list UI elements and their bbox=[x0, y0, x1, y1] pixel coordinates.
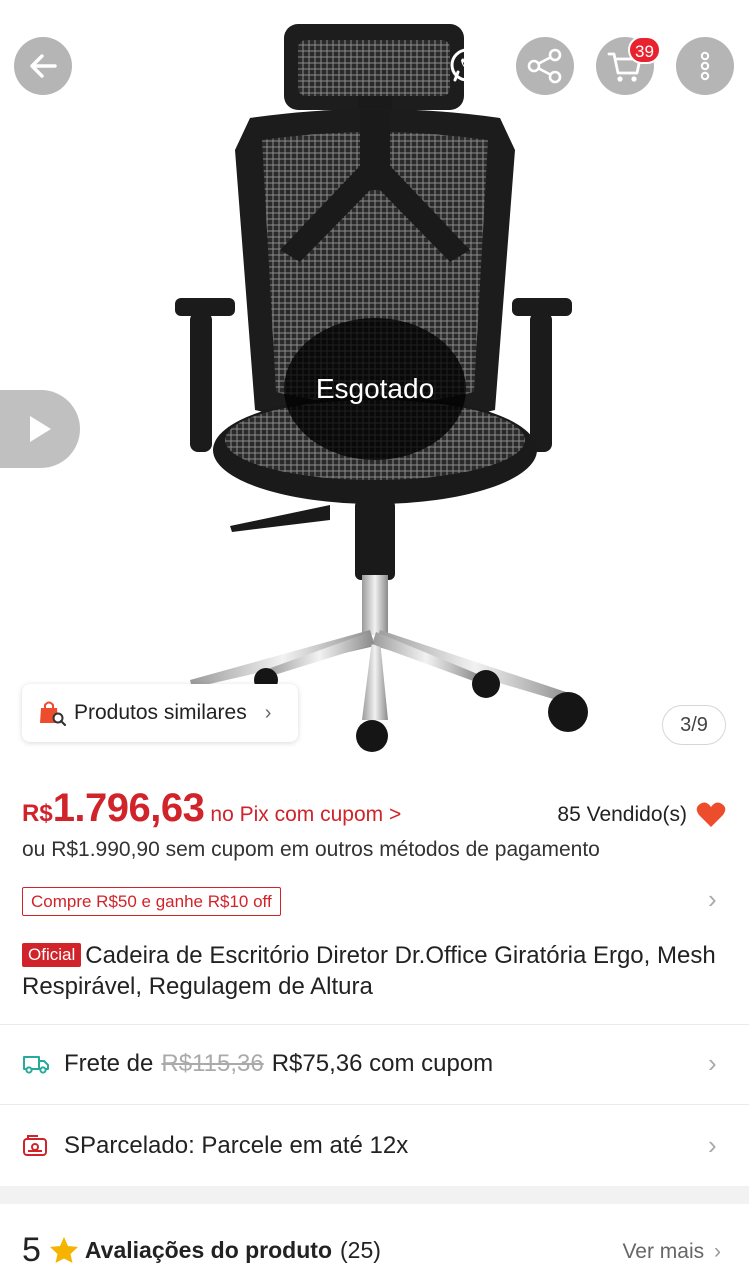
section-separator bbox=[0, 1186, 749, 1204]
whatsapp-icon bbox=[450, 48, 485, 82]
divider bbox=[0, 1104, 749, 1105]
price-value: 1.796,63 bbox=[52, 786, 205, 830]
shipping-prefix: Frete de bbox=[64, 1050, 154, 1077]
divider bbox=[0, 1024, 749, 1025]
truck-icon bbox=[22, 1053, 52, 1075]
shopping-bag-search-icon bbox=[40, 701, 66, 726]
sold-count: 85 Vendido(s) bbox=[557, 803, 687, 826]
share-button[interactable] bbox=[516, 37, 574, 95]
chevron-right-icon[interactable]: › bbox=[708, 1048, 717, 1079]
share-icon bbox=[527, 48, 562, 84]
more-options-button[interactable] bbox=[676, 37, 734, 95]
product-page: 39 Esgotado Produtos similares › 3/9 R$ … bbox=[0, 0, 749, 1280]
pix-coupon-link[interactable]: no Pix com cupom > bbox=[210, 803, 401, 827]
play-video-button[interactable] bbox=[0, 390, 80, 468]
arrow-left-icon bbox=[30, 54, 57, 78]
product-title-text: Cadeira de Escritório Diretor Dr.Office … bbox=[22, 942, 716, 1000]
installments-row[interactable]: SParcelado: Parcele em até 12x bbox=[22, 1126, 727, 1166]
star-icon bbox=[49, 1237, 78, 1263]
chevron-right-icon[interactable]: › bbox=[708, 1130, 717, 1161]
alternative-price: ou R$1.990,90 sem cupom em outros método… bbox=[22, 838, 600, 861]
product-title: Oficial Cadeira de Escritório Diretor Dr.… bbox=[22, 940, 727, 1002]
price-currency: R$ bbox=[22, 800, 53, 827]
reviews-label: Avaliações do produto bbox=[84, 1236, 332, 1263]
installment-card-icon bbox=[22, 1134, 52, 1158]
shipping-old-price: R$115,36 bbox=[161, 1050, 264, 1077]
image-counter: 3/9 bbox=[662, 705, 726, 745]
more-vertical-icon bbox=[700, 51, 710, 81]
cart-count-badge: 39 bbox=[628, 36, 661, 64]
chevron-right-icon: › bbox=[264, 701, 272, 724]
back-button[interactable] bbox=[14, 37, 72, 95]
sold-out-overlay: Esgotado bbox=[284, 318, 466, 460]
see-more-link[interactable]: Ver mais › bbox=[622, 1240, 721, 1264]
rating-value: 5 bbox=[22, 1230, 41, 1269]
coupon-tag[interactable]: Compre R$50 e ganhe R$10 off bbox=[22, 887, 281, 916]
heart-icon[interactable] bbox=[696, 801, 726, 829]
installments-text: SParcelado: Parcele em até 12x bbox=[64, 1132, 409, 1159]
shipping-row[interactable]: Frete de R$115,36 R$75,36 com cupom bbox=[22, 1044, 727, 1084]
reviews-header[interactable]: 5 Avaliações do produto (25) bbox=[22, 1228, 727, 1272]
whatsapp-button[interactable] bbox=[438, 37, 496, 95]
play-icon bbox=[30, 416, 51, 442]
product-image-gallery[interactable]: 39 Esgotado Produtos similares › 3/9 bbox=[0, 0, 749, 770]
chevron-right-icon[interactable]: › bbox=[708, 884, 717, 915]
shipping-new-price: R$75,36 com cupom bbox=[271, 1050, 494, 1077]
see-more-label: Ver mais bbox=[622, 1240, 705, 1263]
similar-products-button[interactable]: Produtos similares › bbox=[22, 684, 298, 742]
official-badge: Oficial bbox=[22, 943, 82, 967]
chevron-right-icon: › bbox=[714, 1240, 721, 1263]
reviews-count: (25) bbox=[340, 1236, 381, 1263]
similar-products-label: Produtos similares bbox=[74, 701, 247, 724]
